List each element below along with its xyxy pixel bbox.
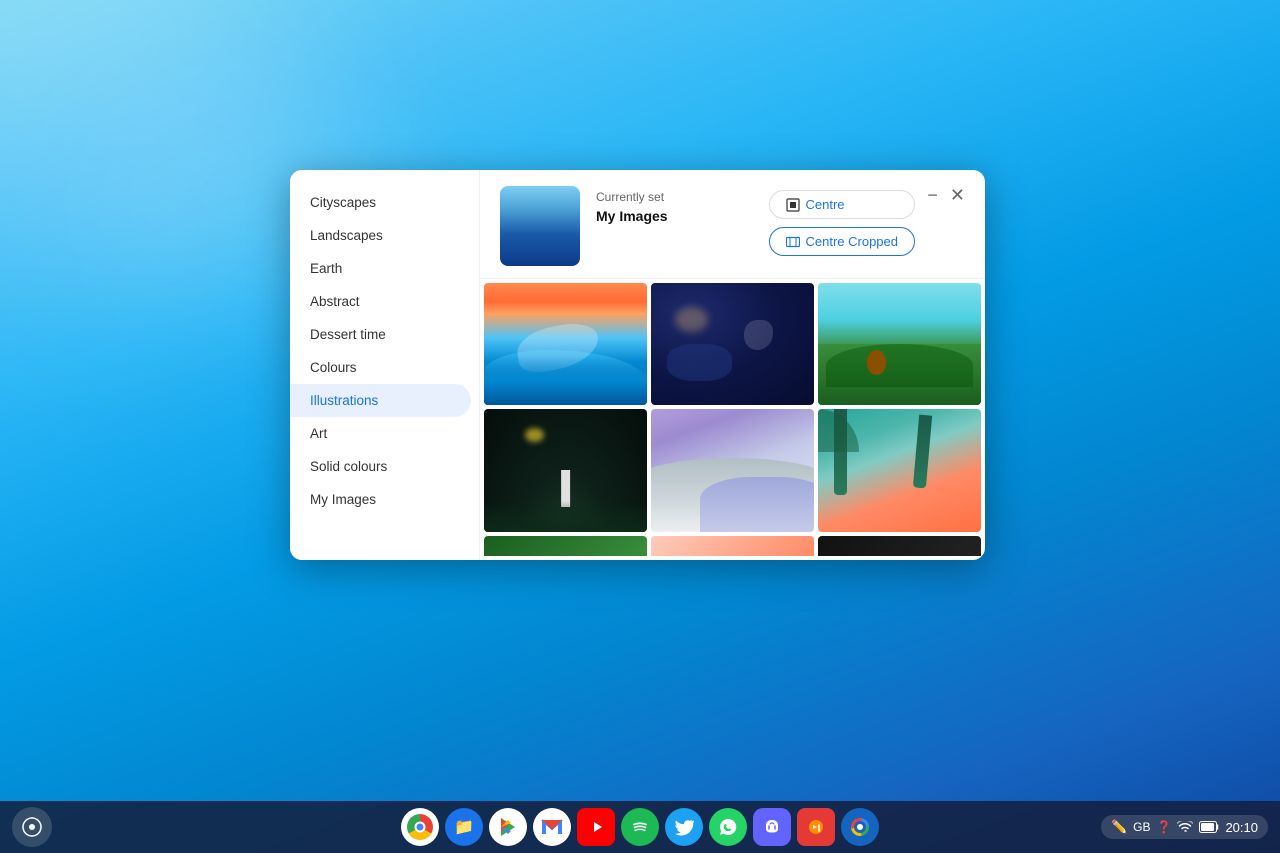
currently-set-label: Currently set (596, 190, 668, 204)
wallpaper-thumb-1[interactable] (484, 283, 647, 405)
wallpaper-dialog: Cityscapes Landscapes Earth Abstract Des… (290, 170, 985, 560)
gmail-icon (541, 819, 563, 835)
taskbar-twitter[interactable] (665, 808, 703, 846)
centre-cropped-icon (786, 235, 800, 249)
sidebar-item-abstract[interactable]: Abstract (290, 285, 471, 318)
wallpaper-thumb-3[interactable] (818, 283, 981, 405)
sidebar-item-illustrations[interactable]: Illustrations (290, 384, 471, 417)
taskbar-spotify[interactable] (621, 808, 659, 846)
whatsapp-icon (717, 816, 739, 838)
system-tray[interactable]: ✏️ GB ❓ 20:10 (1101, 815, 1268, 839)
photos-icon (849, 816, 871, 838)
sidebar-item-colours[interactable]: Colours (290, 351, 471, 384)
wallpaper-thumb-6[interactable] (818, 409, 981, 531)
taskbar-gmail[interactable] (533, 808, 571, 846)
taskbar-chrome[interactable] (401, 808, 439, 846)
twitter-icon (674, 819, 694, 836)
dialog-main-area: − ✕ Currently set My Images Centre (480, 170, 985, 560)
wallpaper-grid-row3 (480, 536, 985, 560)
play-store-icon (497, 816, 519, 838)
centre-cropped-button[interactable]: Centre Cropped (769, 227, 916, 256)
question-icon: ❓ (1157, 820, 1172, 834)
wallpaper-thumb-2[interactable] (651, 283, 814, 405)
close-button[interactable]: ✕ (946, 182, 969, 208)
launcher-button[interactable] (12, 807, 52, 847)
clock: 20:10 (1225, 820, 1258, 835)
minimize-button[interactable]: − (923, 182, 942, 208)
taskbar-play[interactable] (489, 808, 527, 846)
sidebar-item-dessert-time[interactable]: Dessert time (290, 318, 471, 351)
taskbar-apps: 📁 (401, 808, 879, 846)
current-wallpaper-info: Currently set My Images (596, 186, 668, 224)
wallpaper-partial-1[interactable] (484, 536, 647, 556)
carrier-label: GB (1133, 820, 1150, 834)
taskbar-youtube[interactable] (577, 808, 615, 846)
taskbar-photos[interactable] (841, 808, 879, 846)
current-wallpaper-thumbnail (500, 186, 580, 266)
launcher-icon (21, 816, 43, 838)
window-controls: − ✕ (923, 182, 969, 208)
app9-icon (805, 816, 827, 838)
wallpaper-grid (480, 279, 985, 536)
taskbar-whatsapp[interactable] (709, 808, 747, 846)
youtube-icon (587, 820, 605, 834)
wallpaper-thumb-4[interactable] (484, 409, 647, 531)
battery-icon (1199, 821, 1219, 833)
centre-icon (786, 198, 800, 212)
currently-set-name: My Images (596, 208, 668, 224)
spotify-icon (629, 816, 651, 838)
sidebar-item-landscapes[interactable]: Landscapes (290, 219, 471, 252)
edit-icon: ✏️ (1111, 819, 1127, 835)
wifi-icon (1177, 821, 1193, 833)
centre-button[interactable]: Centre (769, 190, 916, 219)
sidebar-item-cityscapes[interactable]: Cityscapes (290, 186, 471, 219)
mastodon-icon (761, 816, 783, 838)
dialog-header: Currently set My Images Centre (480, 170, 985, 279)
sidebar-item-earth[interactable]: Earth (290, 252, 471, 285)
wallpaper-partial-2[interactable] (651, 536, 814, 556)
taskbar-app9[interactable] (797, 808, 835, 846)
category-sidebar: Cityscapes Landscapes Earth Abstract Des… (290, 170, 480, 560)
wallpaper-thumb-5[interactable] (651, 409, 814, 531)
wallpaper-partial-3[interactable] (818, 536, 981, 556)
current-wallpaper-area: Currently set My Images (500, 186, 668, 266)
taskbar-mastodon[interactable] (753, 808, 791, 846)
sidebar-item-my-images[interactable]: My Images (290, 483, 471, 516)
position-controls: Centre Centre Cropped (769, 190, 916, 256)
sidebar-item-solid-colours[interactable]: Solid colours (290, 450, 471, 483)
taskbar: 📁 (0, 801, 1280, 853)
sidebar-item-art[interactable]: Art (290, 417, 471, 450)
taskbar-files[interactable]: 📁 (445, 808, 483, 846)
